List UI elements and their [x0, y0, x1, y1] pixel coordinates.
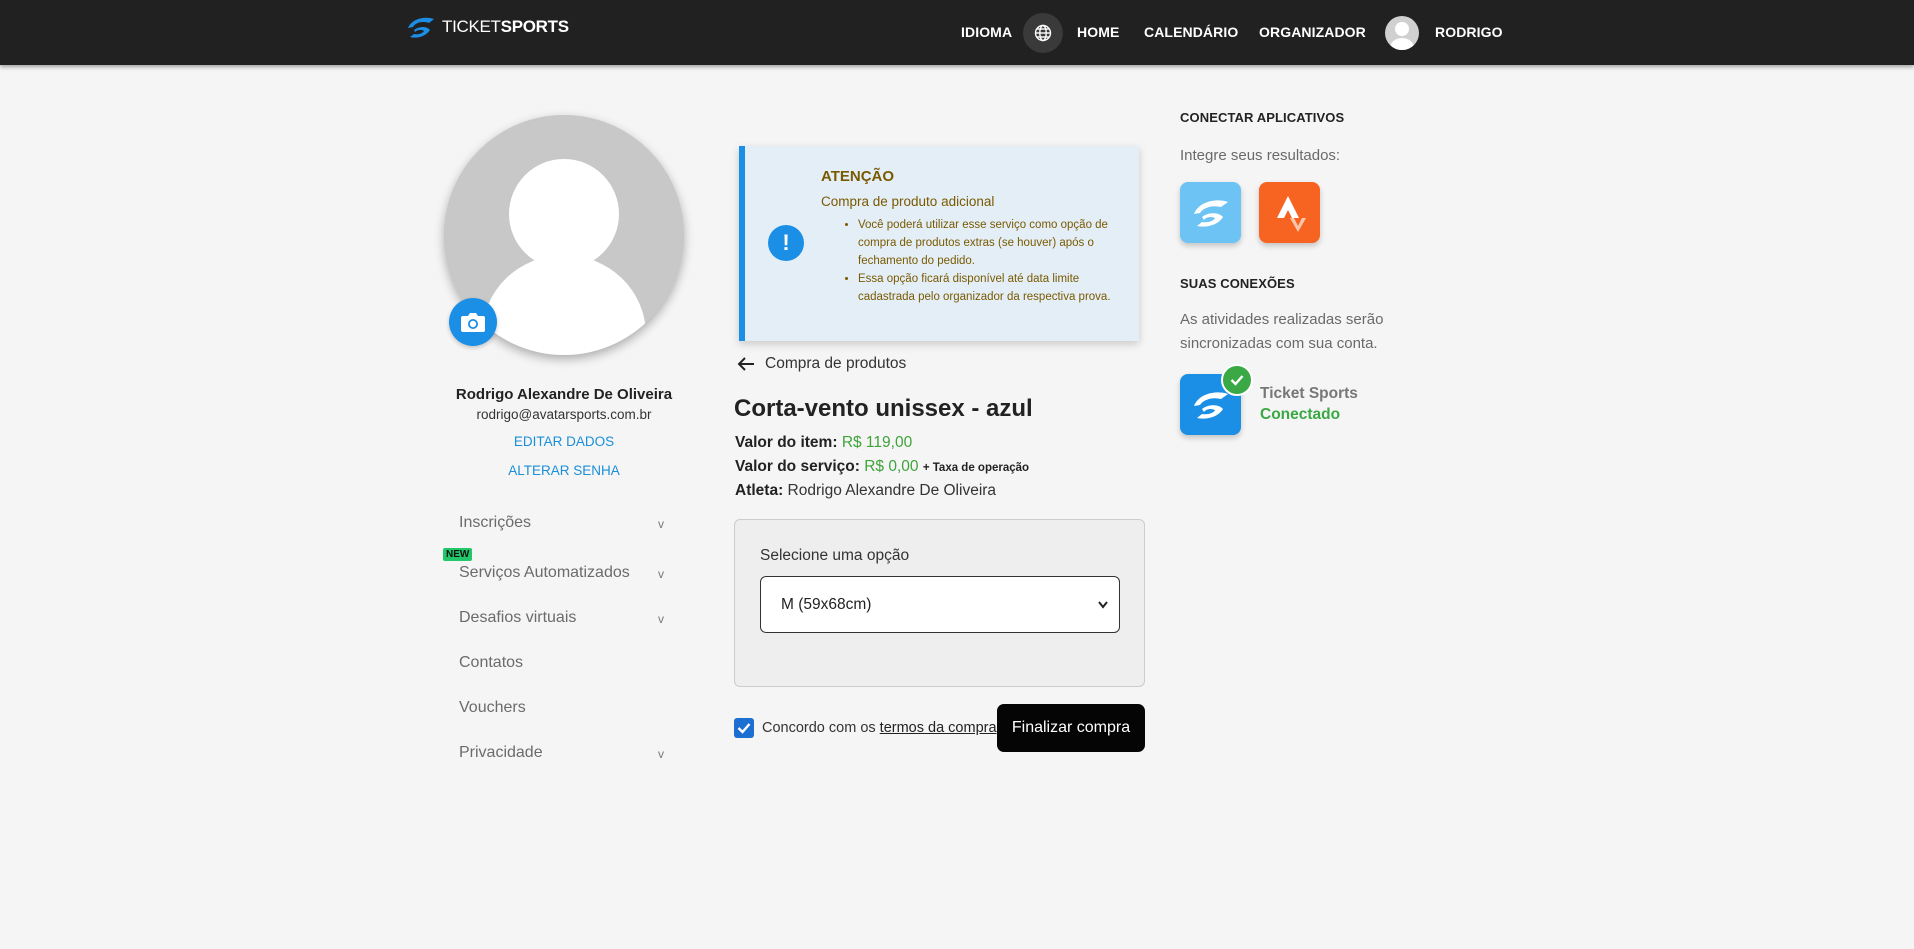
- globe-icon[interactable]: [1023, 13, 1063, 53]
- connection-name: Ticket Sports: [1260, 385, 1358, 402]
- ticket-sports-app-icon[interactable]: [1180, 182, 1241, 243]
- back-link[interactable]: Compra de produtos: [737, 355, 906, 373]
- terms-prefix: Concordo com os: [762, 720, 880, 736]
- athlete-value: Rodrigo Alexandre De Oliveira: [787, 482, 997, 499]
- sidebar-item-privacidade[interactable]: Privacidade: [459, 744, 543, 762]
- camera-icon[interactable]: [449, 298, 497, 346]
- back-link-label[interactable]: Compra de produtos: [765, 355, 906, 373]
- profile-photo-head: [509, 159, 619, 269]
- select-label: Selecione uma opção: [760, 547, 910, 564]
- sidebar-item-servicos-automatizados[interactable]: Serviços Automatizados: [459, 564, 630, 582]
- chevron-down-icon[interactable]: v: [658, 747, 664, 761]
- size-select[interactable]: M (59x68cm): [760, 576, 1120, 633]
- profile-photo-body: [482, 255, 646, 355]
- terms-link[interactable]: termos da compra: [880, 720, 997, 736]
- alert-subtitle: Compra de produto adicional: [821, 194, 995, 209]
- connection-status: Conectado: [1260, 406, 1341, 423]
- ticketsports-logo-icon: [408, 17, 434, 38]
- nav-home[interactable]: HOME: [1077, 24, 1119, 40]
- chevron-down-icon[interactable]: v: [658, 612, 664, 626]
- chevron-down-icon[interactable]: v: [658, 517, 664, 531]
- athlete-row: Atleta: Rodrigo Alexandre De Oliveira: [735, 482, 996, 500]
- connect-apps-title: CONECTAR APLICATIVOS: [1180, 110, 1345, 125]
- finalize-purchase-button[interactable]: Finalizar compra: [997, 704, 1145, 752]
- check-icon: [1221, 364, 1253, 396]
- size-select-value[interactable]: M (59x68cm): [781, 596, 871, 614]
- product-title: Corta-vento unissex - azul: [734, 395, 1033, 422]
- sidebar-item-inscricoes[interactable]: Inscrições: [459, 514, 531, 532]
- nav-language[interactable]: IDIOMA: [961, 24, 1012, 40]
- sidebar-item-vouchers[interactable]: Vouchers: [459, 699, 526, 717]
- sidebar-item-contatos[interactable]: Contatos: [459, 654, 523, 672]
- profile-email: rodrigo@avatarsports.com.br: [476, 407, 652, 422]
- attention-alert: ! ATENÇÃO Compra de produto adicional Vo…: [739, 146, 1139, 341]
- athlete-label: Atleta:: [735, 482, 784, 499]
- terms-checkbox[interactable]: [734, 718, 754, 738]
- service-price-value: R$ 0,00: [864, 458, 919, 475]
- item-price-row: Valor do item: R$ 119,00: [735, 434, 912, 452]
- nav-calendar[interactable]: CALENDÁRIO: [1144, 24, 1238, 40]
- service-price-label: Valor do serviço:: [735, 458, 860, 475]
- service-fee-note: + Taxa de operação: [922, 462, 1030, 474]
- chevron-down-icon[interactable]: v: [658, 567, 664, 581]
- item-price-value: R$ 119,00: [841, 434, 913, 451]
- user-avatar[interactable]: [1385, 16, 1419, 50]
- change-password-link[interactable]: ALTERAR SENHA: [400, 463, 728, 478]
- logo-text-ticket: TICKET: [442, 17, 501, 36]
- connect-apps-text: Integre seus resultados:: [1180, 147, 1341, 164]
- sidebar-item-desafios-virtuais[interactable]: Desafios virtuais: [459, 609, 576, 627]
- service-price-row: Valor do serviço: R$ 0,00 + Taxa de oper…: [735, 458, 1029, 476]
- chevron-down-icon[interactable]: [1097, 597, 1109, 613]
- terms-text: Concordo com os termos da compra: [762, 720, 997, 736]
- alert-title: ATENÇÃO: [821, 168, 895, 185]
- option-select-panel: Selecione uma opção M (59x68cm): [734, 519, 1145, 687]
- item-price-label: Valor do item:: [735, 434, 838, 451]
- ticketsports-logo[interactable]: TICKETSPORTS: [404, 14, 569, 40]
- arrow-left-icon[interactable]: [737, 356, 755, 372]
- top-navbar: TICKETSPORTS IDIOMA HOME CALENDÁRIO ORGA…: [0, 0, 1914, 65]
- profile-name: Rodrigo Alexandre De Oliveira: [455, 386, 673, 403]
- logo-text-sports: SPORTS: [500, 17, 569, 36]
- connections-title: SUAS CONEXÕES: [1180, 276, 1295, 291]
- info-icon: !: [768, 225, 804, 261]
- alert-list: Você poderá utilizar esse serviço como o…: [858, 216, 1128, 306]
- strava-app-icon[interactable]: [1259, 182, 1320, 243]
- check-icon: [737, 723, 751, 734]
- edit-data-link[interactable]: EDITAR DADOS: [400, 434, 728, 449]
- nav-organizer[interactable]: ORGANIZADOR: [1259, 24, 1366, 40]
- connections-text: As atividades realizadas serão sincroniz…: [1180, 311, 1384, 352]
- alert-bullet: Essa opção ficará disponível até data li…: [858, 270, 1128, 306]
- nav-user-name[interactable]: RODRIGO: [1435, 24, 1503, 40]
- new-badge: NEW: [443, 548, 473, 561]
- alert-bullet: Você poderá utilizar esse serviço como o…: [858, 216, 1128, 270]
